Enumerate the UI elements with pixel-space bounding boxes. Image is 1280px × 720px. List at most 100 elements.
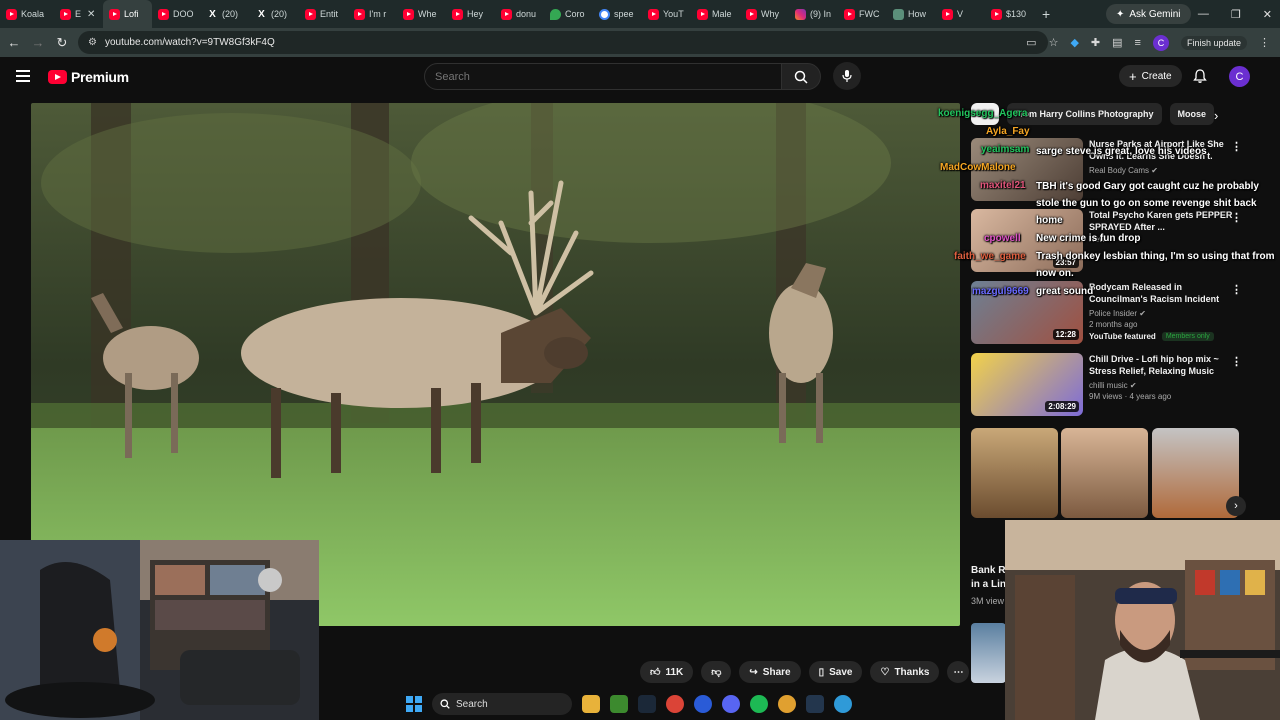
- bluetooth-icon[interactable]: [694, 695, 712, 713]
- browser-tab[interactable]: Koala: [0, 0, 54, 28]
- browser-tab[interactable]: $130: [985, 0, 1034, 28]
- recommended-video[interactable]: 12:28 Bodycam Released in Councilman's Ra…: [971, 281, 1261, 345]
- more-vertical-icon[interactable]: ⋮: [1231, 140, 1242, 153]
- close-window-icon[interactable]: ✕: [1263, 8, 1272, 21]
- short-thumbnail[interactable]: [1061, 428, 1148, 518]
- browser-tab[interactable]: DOO: [152, 0, 201, 28]
- channel-name[interactable]: Police Insider ✔: [1089, 309, 1237, 318]
- reading-list-icon[interactable]: ≡: [1135, 37, 1141, 49]
- windows-start-icon[interactable]: [406, 696, 422, 712]
- steam-icon[interactable]: [638, 695, 656, 713]
- video-title[interactable]: Nurse Parks at Airport Like She Owns It.…: [1089, 138, 1237, 162]
- spotify-icon[interactable]: [750, 695, 768, 713]
- browser-tab[interactable]: How: [887, 0, 936, 28]
- edge-icon[interactable]: [834, 695, 852, 713]
- search-input[interactable]: [435, 70, 781, 83]
- partial-video-thumbnail[interactable]: [971, 623, 1006, 683]
- recommended-video[interactable]: Nurse Parks at Airport Like She Owns It.…: [971, 138, 1261, 202]
- video-meta: New: [1089, 235, 1106, 244]
- back-icon[interactable]: ←: [2, 35, 26, 50]
- reload-icon[interactable]: ↻: [50, 35, 74, 51]
- browser-menu-icon[interactable]: ⋮: [1259, 36, 1270, 49]
- short-thumbnail[interactable]: [971, 428, 1058, 518]
- site-info-icon[interactable]: ⚙: [88, 37, 97, 48]
- featured-badge: YouTube featured: [1089, 332, 1156, 341]
- browser-tab[interactable]: Lofi: [103, 0, 152, 28]
- browser-tab[interactable]: Why: [740, 0, 789, 28]
- recommended-video[interactable]: 23:57 Total Psycho Karen gets PEPPER SPRA…: [971, 209, 1261, 273]
- create-button[interactable]: + Create: [1119, 65, 1182, 87]
- browser-tab[interactable]: X (20): [201, 0, 250, 28]
- video-title[interactable]: Total Psycho Karen gets PEPPER SPRAYED A…: [1089, 209, 1237, 233]
- finish-update-button[interactable]: Finish update: [1180, 35, 1247, 50]
- create-label: Create: [1141, 70, 1172, 82]
- video-thumbnail[interactable]: 23:57: [971, 209, 1083, 272]
- browser-tab[interactable]: E ✕: [54, 0, 103, 28]
- search-box[interactable]: [424, 63, 782, 90]
- browser-tab[interactable]: X (20): [250, 0, 299, 28]
- browser-tab[interactable]: Male: [691, 0, 740, 28]
- more-vertical-icon[interactable]: ⋮: [1231, 355, 1242, 368]
- split-view-icon[interactable]: ▤: [1112, 36, 1122, 49]
- notifications-bell-icon[interactable]: [1192, 68, 1208, 84]
- filter-chip[interactable]: From Harry Collins Photography: [1006, 103, 1162, 125]
- more-vertical-icon[interactable]: ⋮: [1231, 211, 1242, 224]
- thanks-button[interactable]: ♡ Thanks: [870, 661, 940, 683]
- browser-tab[interactable]: FWC: [838, 0, 887, 28]
- save-button[interactable]: ▯ Save: [808, 661, 863, 683]
- discord-icon[interactable]: [722, 695, 740, 713]
- ask-gemini-button[interactable]: ✦ Ask Gemini: [1106, 4, 1191, 24]
- cast-icon[interactable]: ▭: [1026, 36, 1036, 49]
- minimize-icon[interactable]: —: [1198, 8, 1209, 20]
- browser-tab[interactable]: I'm r: [348, 0, 397, 28]
- browser-tab[interactable]: YouT: [642, 0, 691, 28]
- bookmark-star-icon[interactable]: ☆: [1049, 36, 1059, 49]
- nvidia-icon[interactable]: [610, 695, 628, 713]
- video-title[interactable]: Chill Drive - Lofi hip hop mix ~ Stress …: [1089, 353, 1237, 377]
- search-button[interactable]: [781, 63, 821, 90]
- extension-icon[interactable]: ◆: [1070, 36, 1078, 49]
- forward-icon[interactable]: →: [26, 35, 50, 50]
- browser-tab[interactable]: Coro: [544, 0, 593, 28]
- video-title[interactable]: Bodycam Released in Councilman's Racism …: [1089, 281, 1237, 305]
- browser-tab[interactable]: Hey: [446, 0, 495, 28]
- browser-tab[interactable]: V: [936, 0, 985, 28]
- video-thumbnail[interactable]: 2:08:29: [971, 353, 1083, 416]
- menu-icon[interactable]: [16, 70, 30, 82]
- browser-tab[interactable]: spee: [593, 0, 642, 28]
- chrome-icon[interactable]: [666, 695, 684, 713]
- more-vertical-icon[interactable]: ⋮: [1231, 283, 1242, 296]
- voice-search-button[interactable]: [833, 62, 861, 90]
- address-bar[interactable]: ⚙ youtube.com/watch?v=9TW8Gf3kF4Q: [78, 31, 1048, 54]
- browser-tab[interactable]: Entit: [299, 0, 348, 28]
- recommended-video[interactable]: 2:08:29 Chill Drive - Lofi hip hop mix ~ …: [971, 353, 1261, 417]
- taskbar-search[interactable]: Search: [432, 693, 572, 715]
- more-actions-button[interactable]: ⋯: [947, 661, 970, 683]
- account-avatar[interactable]: C: [1229, 66, 1250, 87]
- dislike-button[interactable]: 👎︎: [701, 661, 732, 683]
- tab-close-icon[interactable]: ✕: [87, 9, 95, 20]
- browser-tab[interactable]: donu: [495, 0, 544, 28]
- video-thumbnail[interactable]: 12:28: [971, 281, 1083, 344]
- new-tab-button[interactable]: +: [1034, 6, 1058, 22]
- channel-name[interactable]: Real Body Cams ✔: [1089, 166, 1237, 175]
- like-button[interactable]: 👍︎ 11K: [640, 661, 694, 683]
- browser-tab[interactable]: (9) In: [789, 0, 838, 28]
- filter-chip[interactable]: All: [971, 103, 999, 125]
- partial-video-title[interactable]: Bank R in a Lin: [971, 564, 1006, 592]
- video-thumbnail[interactable]: [971, 138, 1083, 201]
- share-button[interactable]: ↪ Share: [739, 661, 801, 683]
- chrome-profile-icon[interactable]: [778, 695, 796, 713]
- filter-chip[interactable]: Moose: [1169, 103, 1215, 125]
- youtube-logo[interactable]: Premium: [48, 69, 129, 85]
- file-explorer-icon[interactable]: [582, 695, 600, 713]
- restore-icon[interactable]: ❐: [1231, 8, 1241, 21]
- steam-alt-icon[interactable]: [806, 695, 824, 713]
- puzzle-icon[interactable]: ✚: [1091, 36, 1100, 49]
- channel-name[interactable]: chilli music ✔: [1089, 381, 1237, 390]
- youtube-icon: [942, 8, 953, 20]
- shorts-next-icon[interactable]: ›: [1226, 496, 1246, 516]
- chevron-right-icon[interactable]: ›: [1214, 108, 1218, 123]
- browser-tab[interactable]: Whe: [397, 0, 446, 28]
- profile-avatar[interactable]: C: [1152, 34, 1169, 51]
